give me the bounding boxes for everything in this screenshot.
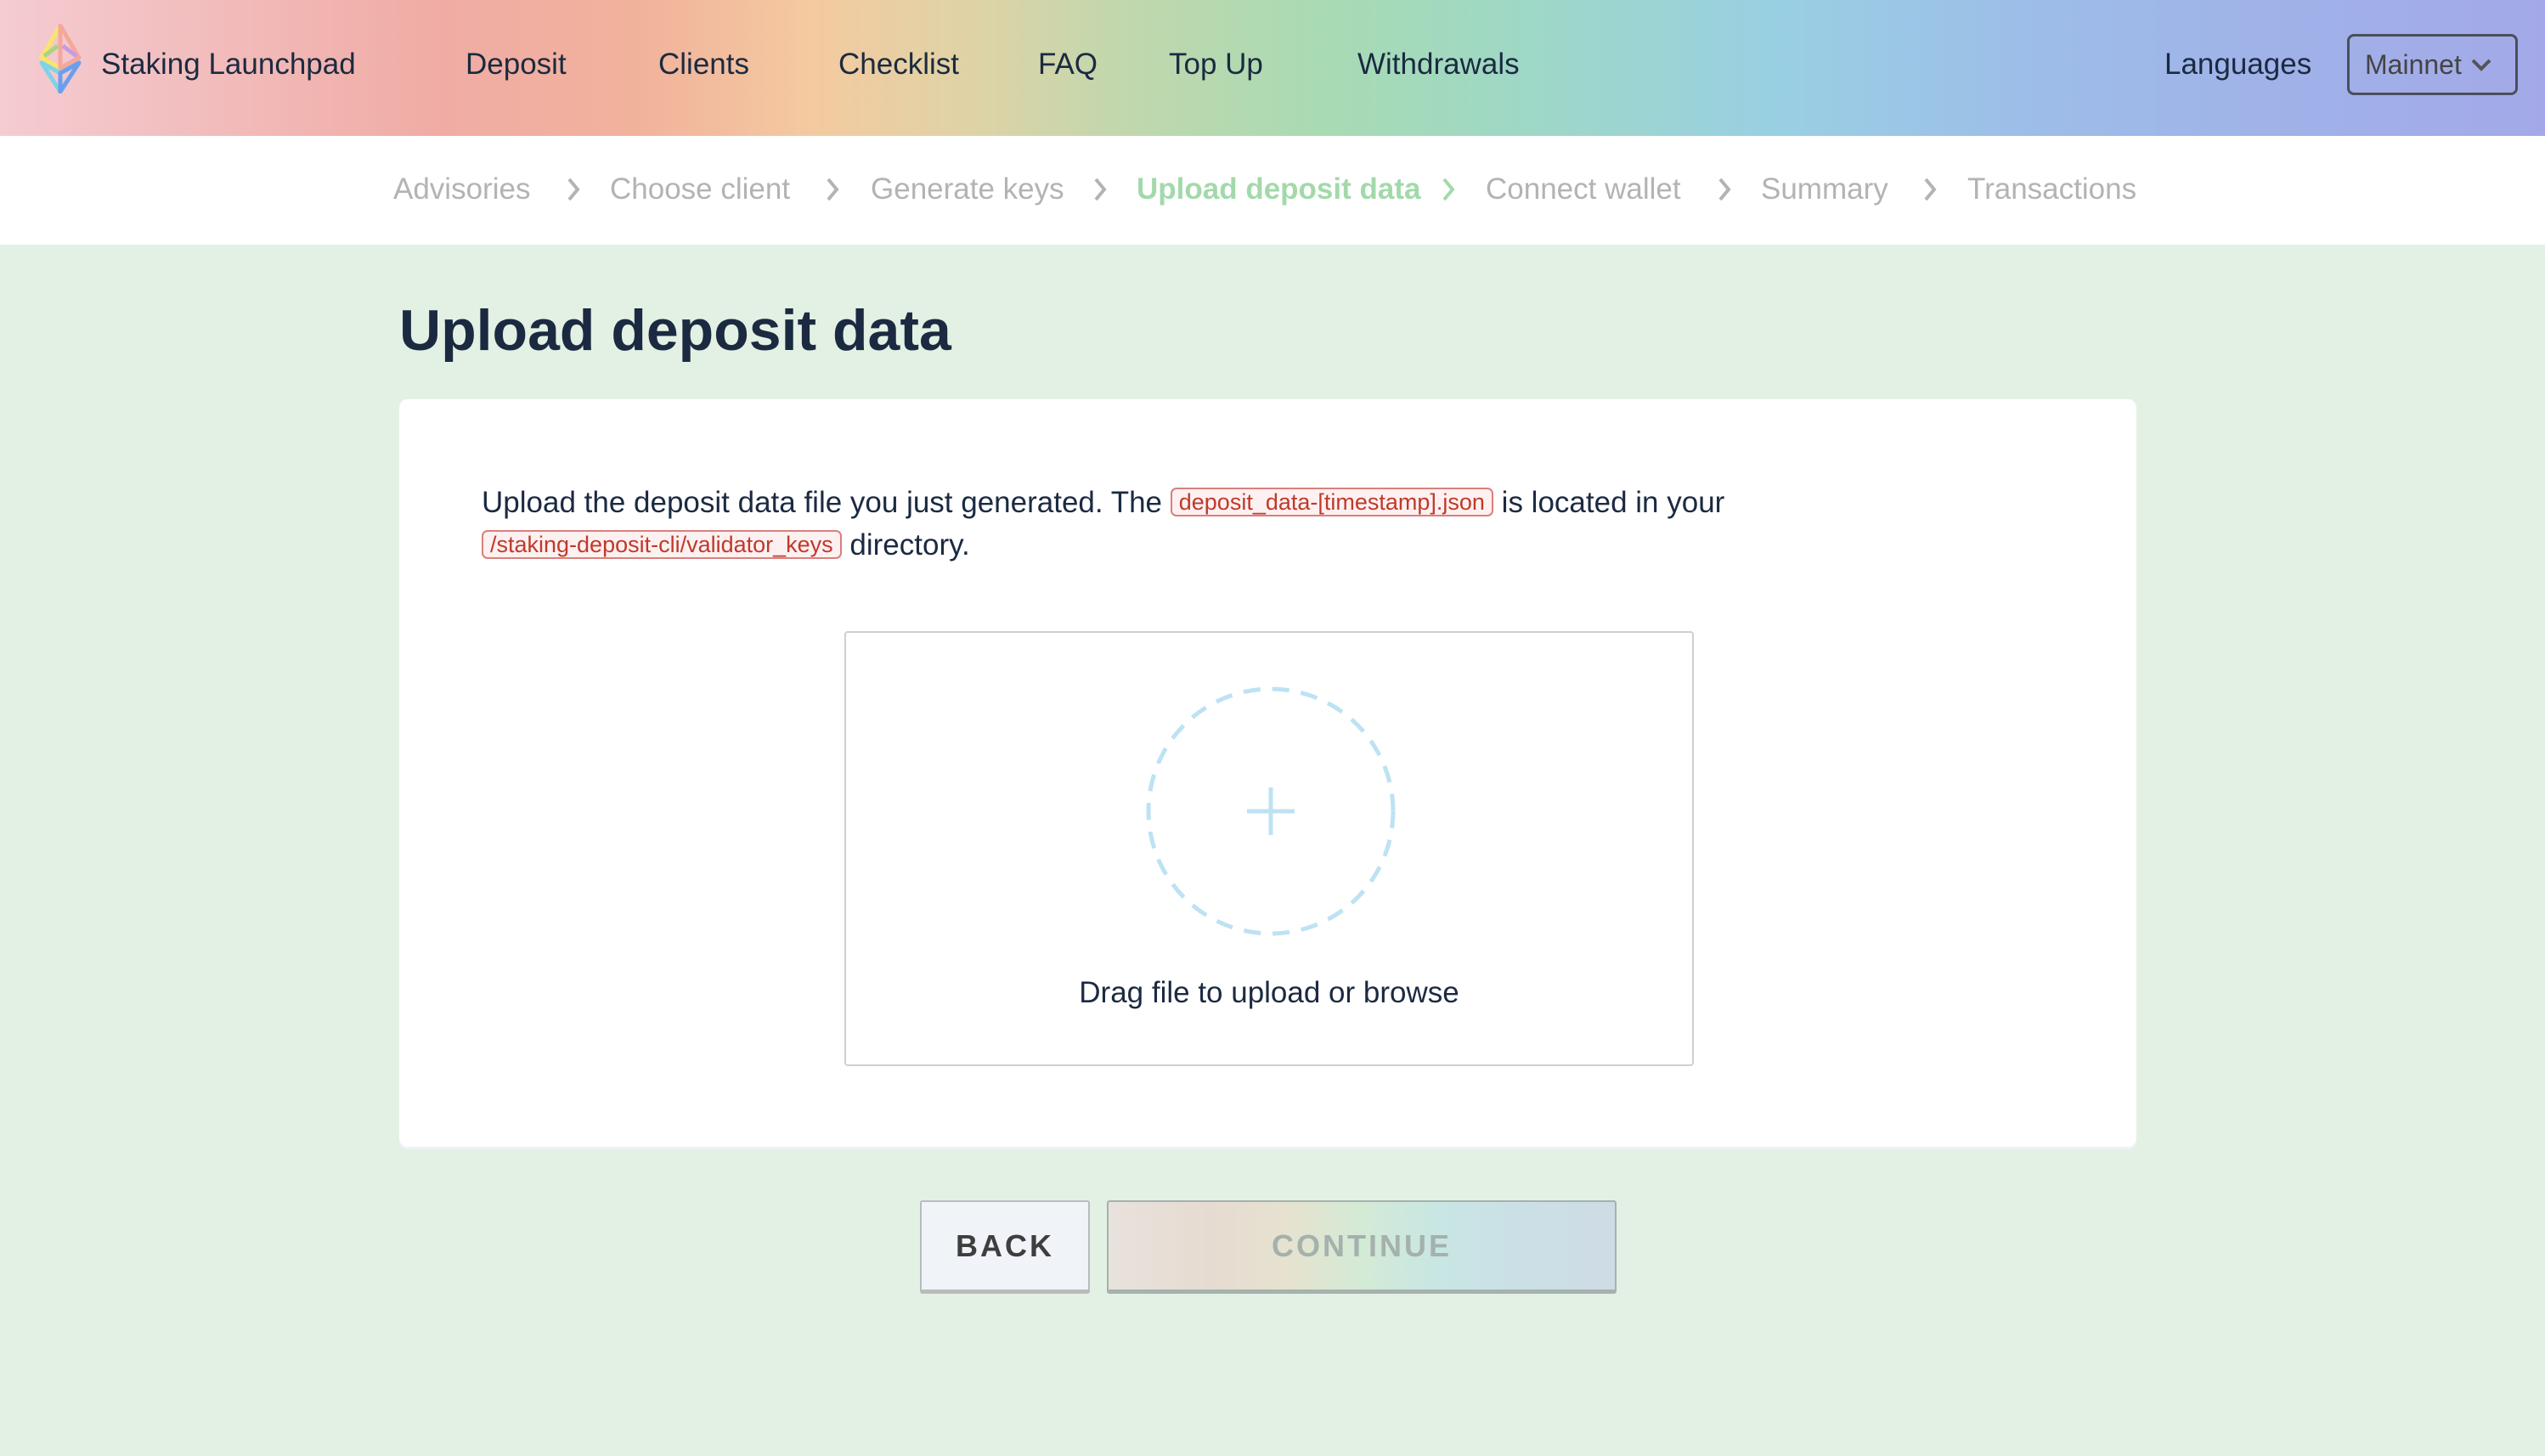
chevron-down-icon [2471,59,2491,71]
nav-withdrawals[interactable]: Withdrawals [1357,48,1520,82]
page-title: Upload deposit data [399,298,951,363]
progress-stepper: Advisories Choose client Generate keys U… [0,136,2545,245]
dropzone-label[interactable]: Drag file to upload or browse [846,976,1692,1010]
upload-card: Upload the deposit data file you just ge… [399,399,2136,1147]
chevron-right-icon [1718,178,1731,201]
step-transactions: Transactions [1967,172,2137,206]
ethereum-logo-icon[interactable] [37,24,83,93]
back-button[interactable]: BACK [920,1200,1090,1294]
chevron-right-icon [827,178,839,201]
deposit-file-name: deposit_data-[timestamp].json [1170,488,1493,516]
step-advisories: Advisories [393,172,531,206]
continue-button[interactable]: CONTINUE [1107,1200,1617,1294]
instructions-text: Upload the deposit data file you just ge… [482,486,1171,519]
plus-icon[interactable] [1143,684,1398,939]
brand-title[interactable]: Staking Launchpad [101,48,356,82]
nav-clients[interactable]: Clients [658,48,749,82]
nav-deposit[interactable]: Deposit [466,48,567,82]
instructions-text: is located in your [1493,486,1725,519]
network-select[interactable]: Mainnet [2347,34,2518,95]
chevron-right-icon [1924,178,1937,201]
file-dropzone[interactable]: Drag file to upload or browse [844,631,1694,1066]
upload-instructions: Upload the deposit data file you just ge… [482,483,1926,567]
step-connect-wallet: Connect wallet [1486,172,1681,206]
top-navigation-bar: Staking Launchpad Deposit Clients Checkl… [0,0,2545,136]
step-upload-deposit-data: Upload deposit data [1137,172,1421,206]
step-choose-client: Choose client [610,172,791,206]
nav-checklist[interactable]: Checklist [838,48,959,82]
nav-faq[interactable]: FAQ [1038,48,1098,82]
step-summary: Summary [1761,172,1888,206]
instructions-text: directory. [841,528,970,562]
chevron-right-icon [1094,178,1107,201]
nav-top-up[interactable]: Top Up [1169,48,1263,82]
validator-keys-path: /staking-deposit-cli/validator_keys [482,530,842,559]
step-generate-keys: Generate keys [871,172,1064,206]
network-select-value: Mainnet [2365,48,2462,80]
chevron-right-icon [1442,178,1455,201]
languages-link[interactable]: Languages [2164,48,2311,82]
chevron-right-icon [567,178,580,201]
